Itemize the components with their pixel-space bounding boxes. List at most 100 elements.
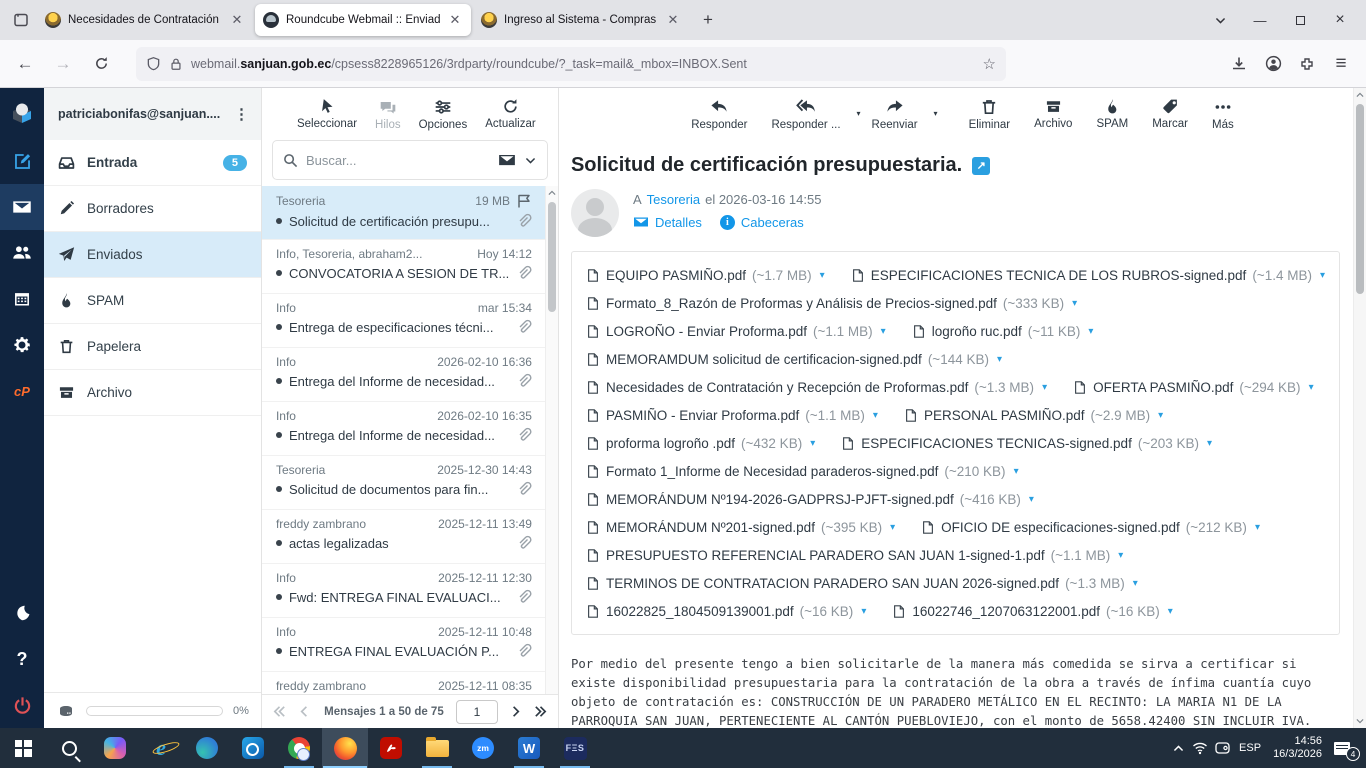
content-scrollbar[interactable] — [1353, 88, 1366, 728]
forward-button[interactable]: Reenviar ▾ — [863, 97, 934, 131]
taskbar-word-button[interactable]: W — [506, 728, 552, 768]
attachment-item[interactable]: PERSONAL PASMIÑO.pdf(~2.9 MB)▾ — [904, 408, 1163, 423]
bookmark-star-icon[interactable]: ☆ — [983, 55, 996, 73]
folder-item[interactable]: Archivo — [44, 370, 261, 416]
message-row[interactable]: Tesoreria 19 MB Solicitud de certificaci… — [262, 186, 558, 240]
attachment-menu-caret-icon[interactable]: ▾ — [879, 326, 886, 337]
roundcube-logo[interactable] — [0, 88, 44, 138]
archive-button[interactable]: Archivo — [1025, 98, 1081, 130]
tab-close-icon[interactable]: ✕ — [229, 12, 245, 28]
url-bar[interactable]: webmail.sanjuan.gob.ec/cpsess8228965126/… — [136, 47, 1006, 81]
taskbar-firefox-button[interactable] — [322, 728, 368, 768]
rail-mail-button[interactable] — [0, 184, 44, 230]
attachment-menu-caret-icon[interactable]: ▾ — [808, 438, 815, 449]
taskbar-edge-button[interactable] — [184, 728, 230, 768]
attachment-menu-caret-icon[interactable]: ▾ — [1027, 494, 1034, 505]
last-page-icon[interactable] — [533, 704, 548, 719]
folder-item[interactable]: Papelera — [44, 324, 261, 370]
recipient-link[interactable]: Tesoreria — [647, 192, 700, 207]
taskbar-outlook-button[interactable] — [230, 728, 276, 768]
message-row[interactable]: Info mar 15:34 Entrega de especificacion… — [262, 294, 558, 348]
search-options-chevron-icon[interactable] — [524, 154, 537, 167]
message-row[interactable]: Info 2026-02-10 16:36 Entrega del Inform… — [262, 348, 558, 402]
taskbar-copilot-button[interactable] — [92, 728, 138, 768]
taskbar-zoom-button[interactable]: zm — [460, 728, 506, 768]
forward-caret-icon[interactable]: ▾ — [934, 109, 938, 118]
rail-compose-button[interactable] — [0, 138, 44, 184]
attachment-item[interactable]: TERMINOS DE CONTRATACION PARADERO SAN JU… — [586, 576, 1138, 591]
select-button[interactable]: Seleccionar — [288, 98, 366, 130]
content-scrollbar-thumb[interactable] — [1356, 104, 1364, 294]
message-row[interactable]: freddy zambrano 2025-12-11 08:35 — [262, 672, 558, 694]
minimize-button[interactable]: — — [1240, 4, 1280, 36]
attachment-item[interactable]: MEMORAMDUM solicitud de certificacion-si… — [586, 352, 1002, 367]
new-tab-button[interactable]: + — [694, 6, 722, 34]
rail-calendar-button[interactable] — [0, 276, 44, 322]
taskbar-chrome-button[interactable] — [276, 728, 322, 768]
maximize-button[interactable] — [1280, 4, 1320, 36]
attachment-menu-caret-icon[interactable]: ▾ — [1040, 382, 1047, 393]
language-indicator[interactable]: ESP — [1239, 742, 1261, 754]
reply-all-button[interactable]: Responder ... ▾ — [762, 97, 856, 131]
attachment-menu-caret-icon[interactable]: ▾ — [995, 354, 1002, 365]
firefox-view-button[interactable] — [6, 5, 36, 35]
attachment-menu-caret-icon[interactable]: ▾ — [1205, 438, 1212, 449]
attachment-menu-caret-icon[interactable]: ▾ — [1070, 298, 1077, 309]
list-scrollbar-thumb[interactable] — [548, 202, 556, 312]
browser-tab[interactable]: Necesidades de Contratación y ✕ — [37, 4, 253, 36]
attachment-item[interactable]: Necesidades de Contratación y Recepción … — [586, 380, 1047, 395]
list-scrollbar[interactable] — [545, 186, 558, 694]
unread-dot[interactable] — [276, 648, 282, 654]
prev-page-icon[interactable] — [297, 704, 312, 719]
message-row[interactable]: Info 2025-12-11 10:48 ENTREGA FINAL EVAL… — [262, 618, 558, 672]
unread-dot[interactable] — [276, 540, 282, 546]
attachment-item[interactable]: MEMORÁNDUM Nº201-signed.pdf(~395 KB)▾ — [586, 520, 895, 535]
attachment-item[interactable]: EQUIPO PASMIÑO.pdf(~1.7 MB)▾ — [586, 268, 825, 283]
lock-icon[interactable] — [169, 57, 183, 71]
attachment-menu-caret-icon[interactable]: ▾ — [859, 606, 866, 617]
open-in-new-window-icon[interactable]: ↗ — [972, 157, 990, 175]
attachment-menu-caret-icon[interactable]: ▾ — [1012, 466, 1019, 477]
taskbar-file-explorer-button[interactable] — [414, 728, 460, 768]
details-toggle[interactable]: Detalles — [633, 214, 702, 230]
taskbar-search-button[interactable] — [46, 728, 92, 768]
attachment-menu-caret-icon[interactable]: ▾ — [818, 270, 825, 281]
wifi-icon[interactable] — [1192, 740, 1208, 756]
attachment-item[interactable]: MEMORÁNDUM Nº194-2026-GADPRSJ-PJFT-signe… — [586, 492, 1034, 507]
tab-close-icon[interactable]: ✕ — [665, 12, 681, 28]
attachment-menu-caret-icon[interactable]: ▾ — [1253, 522, 1260, 533]
unread-dot[interactable] — [276, 432, 282, 438]
message-row[interactable]: Info, Tesoreria, abraham2... Hoy 14:12 C… — [262, 240, 558, 294]
first-page-icon[interactable] — [272, 704, 287, 719]
attachment-menu-caret-icon[interactable]: ▾ — [1318, 270, 1325, 281]
notification-center-button[interactable]: 4 — [1334, 737, 1358, 759]
unread-dot[interactable] — [276, 324, 282, 330]
taskbar-fes-button[interactable]: FΞS — [552, 728, 598, 768]
tray-chevron-up-icon[interactable] — [1172, 742, 1185, 755]
reply-all-caret-icon[interactable]: ▾ — [857, 109, 861, 118]
attachment-item[interactable]: PASMIÑO - Enviar Proforma.pdf(~1.1 MB)▾ — [586, 408, 878, 423]
browser-tab[interactable]: Ingreso al Sistema - Compras P ✕ — [473, 4, 689, 36]
menu-hamburger-icon[interactable]: ≡ — [1324, 47, 1358, 81]
mark-button[interactable]: Marcar — [1143, 98, 1197, 130]
attachment-item[interactable]: OFICIO DE especificaciones-signed.pdf(~2… — [921, 520, 1260, 535]
attachment-menu-caret-icon[interactable]: ▾ — [1086, 326, 1093, 337]
more-button[interactable]: Más — [1203, 98, 1243, 131]
attachment-item[interactable]: LOGROÑO - Enviar Proforma.pdf(~1.1 MB)▾ — [586, 324, 886, 339]
message-row[interactable]: Info 2025-12-11 12:30 Fwd: ENTREGA FINAL… — [262, 564, 558, 618]
attachment-item[interactable]: logroño ruc.pdf(~11 KB)▾ — [912, 324, 1094, 339]
rail-cpanel-button[interactable]: cP — [0, 368, 44, 414]
account-menu-kebab-icon[interactable]: ⋮ — [230, 105, 253, 123]
search-scope-envelope-icon[interactable] — [498, 151, 516, 169]
account-icon[interactable] — [1256, 47, 1290, 81]
message-row[interactable]: freddy zambrano 2025-12-11 13:49 actas l… — [262, 510, 558, 564]
folder-item[interactable]: Enviados — [44, 232, 261, 278]
attachment-item[interactable]: PRESUPUESTO REFERENCIAL PARADERO SAN JUA… — [586, 548, 1123, 563]
content-scroll-down-icon[interactable] — [1354, 714, 1366, 728]
taskbar-acrobat-button[interactable] — [368, 728, 414, 768]
refresh-button[interactable]: Actualizar — [476, 98, 545, 130]
shield-icon[interactable] — [146, 56, 161, 71]
message-row[interactable]: Info 2026-02-10 16:35 Entrega del Inform… — [262, 402, 558, 456]
search-input[interactable] — [306, 153, 490, 168]
rail-darkmode-button[interactable] — [0, 590, 44, 636]
